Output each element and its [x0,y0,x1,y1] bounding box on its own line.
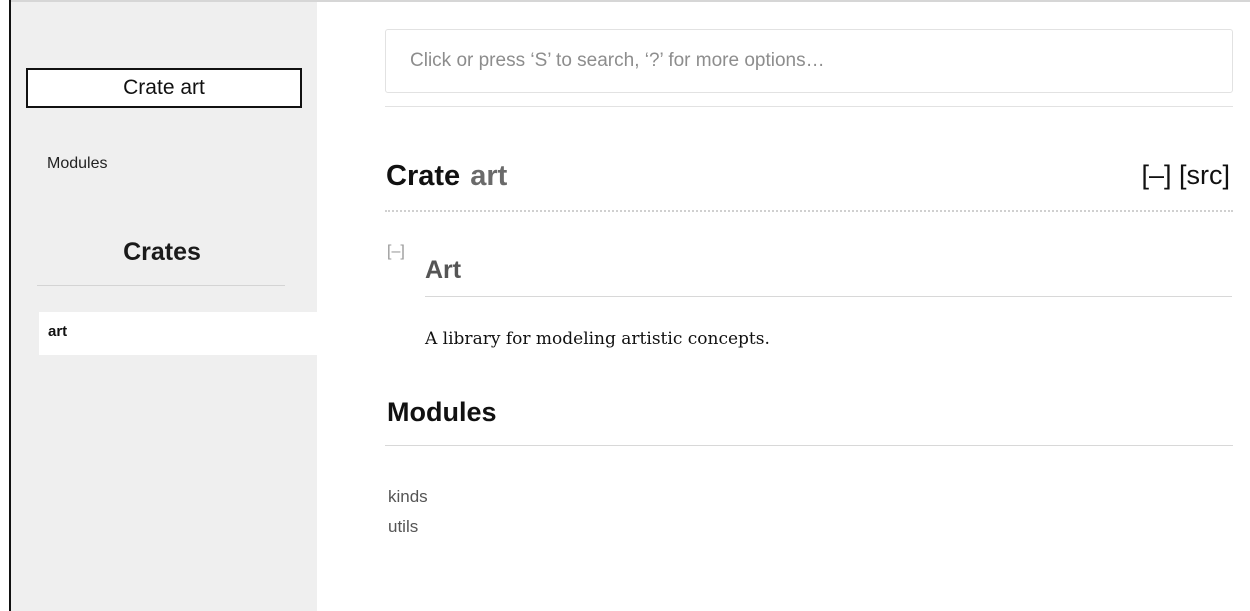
src-link[interactable]: [src] [1179,160,1230,190]
doc-description: A library for modeling artistic concepts… [425,329,770,349]
page-title: Crate art [386,160,507,193]
sidebar-divider [37,285,285,286]
out-of-band-links: [–] [src] [1141,160,1230,191]
modules-section-heading: Modules [387,397,497,427]
doc-heading: Art [425,256,462,284]
sidebar: Crate art Modules Crates art [11,2,317,611]
sidebar-item-crate-art[interactable]: art [39,312,317,355]
module-list: kinds utils [388,482,428,542]
search-divider [385,106,1233,107]
module-link-kinds[interactable]: kinds [388,482,428,512]
collapse-all-toggle[interactable]: [–] [1141,160,1171,190]
doc-collapse-toggle[interactable]: [–] [387,243,405,261]
module-link-utils[interactable]: utils [388,512,428,542]
title-divider [385,210,1233,212]
sidebar-item-modules[interactable]: Modules [47,155,107,173]
doc-divider [425,296,1232,297]
page-title-crate-link[interactable]: art [470,160,507,192]
search-input[interactable]: Click or press ‘S’ to search, ‘?’ for mo… [385,29,1233,93]
page-title-keyword: Crate [386,160,461,192]
sidebar-crate-name[interactable]: Crate art [26,68,302,108]
sidebar-crates-heading: Crates [123,238,201,266]
modules-divider [385,445,1233,446]
